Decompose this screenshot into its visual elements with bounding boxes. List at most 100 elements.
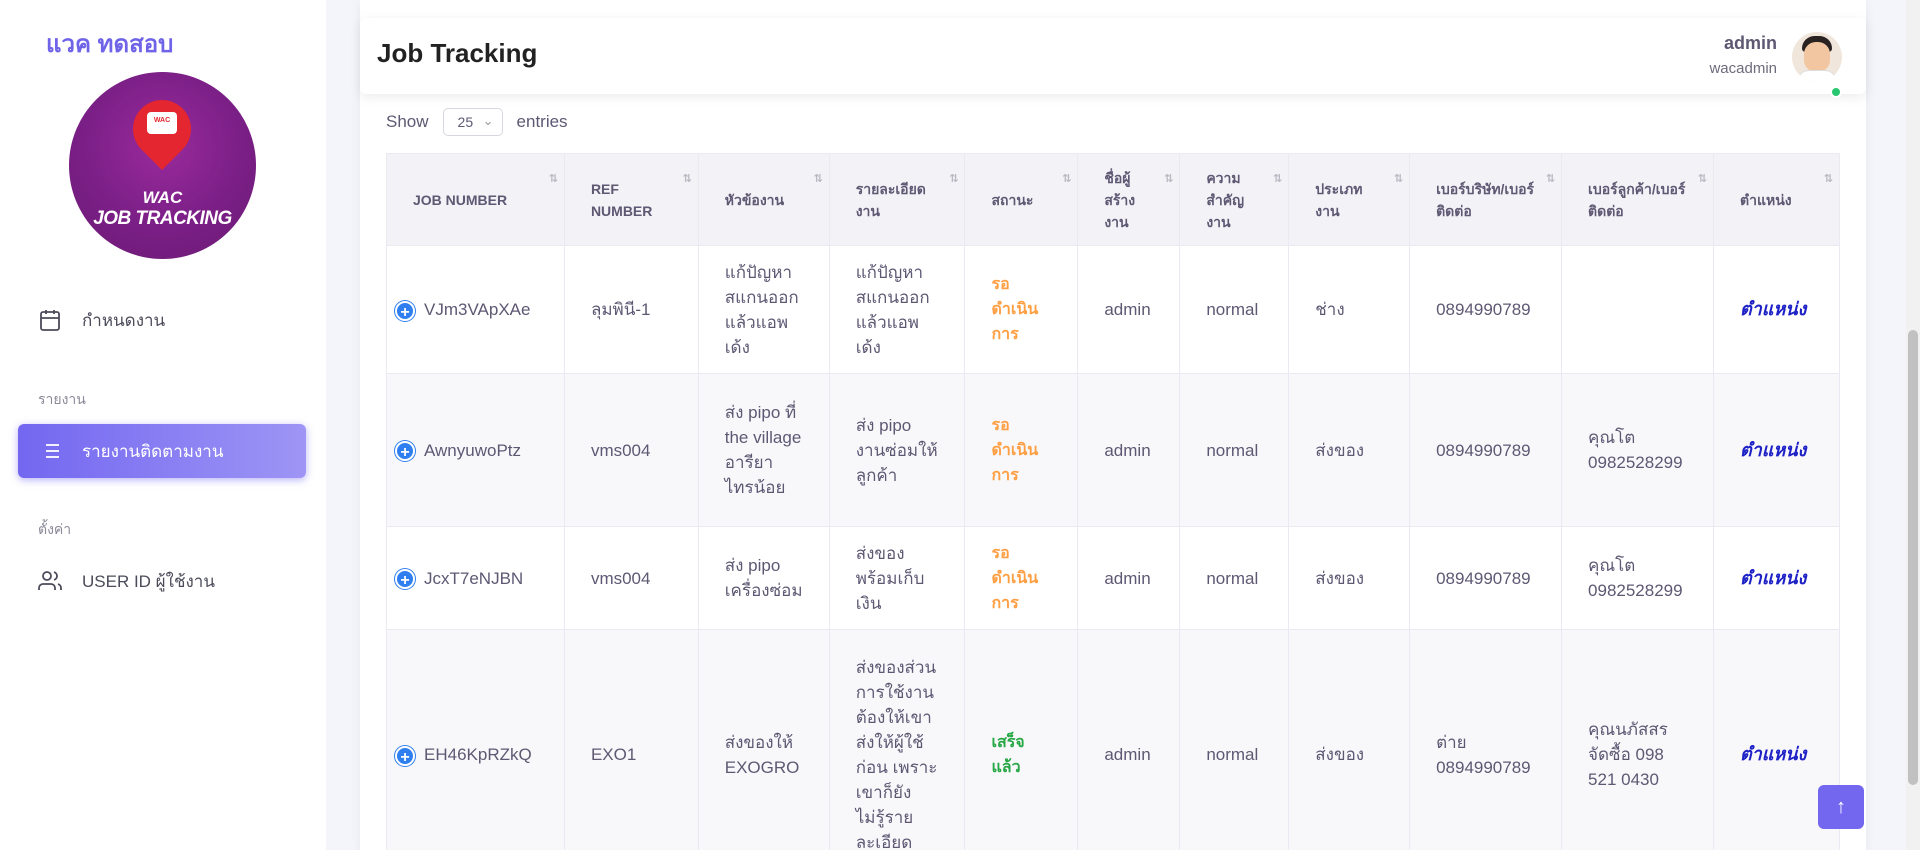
scrollbar-thumb[interactable] <box>1908 330 1918 785</box>
cell-detail: ส่ง pipo งานซ่อมให้ลูกค้า <box>828 373 966 527</box>
sidebar-item-label: รายงานติดตามงาน <box>82 441 224 461</box>
cell-company-phone: 0894990789 <box>1409 526 1563 630</box>
cell-ref-number: vms004 <box>563 373 699 527</box>
sort-icon: ⇅ <box>1273 173 1282 185</box>
location-link[interactable]: ตำแหน่ง <box>1740 744 1806 764</box>
cell-job-number: + AwnyuwoPtz <box>386 373 565 527</box>
logo-text-job-tracking: JOB TRACKING <box>93 208 232 229</box>
sort-icon: ⇅ <box>813 173 823 185</box>
job-number: JcxT7eNJBN <box>424 568 524 588</box>
cell-status: รอดำเนินการ <box>964 373 1079 527</box>
section-label-report: รายงาน <box>38 391 86 407</box>
cell-type: ส่งของ <box>1288 629 1411 850</box>
cell-ref-number: EXO1 <box>563 629 699 850</box>
column-header-creator[interactable]: ชื่อผู้สร้างงาน ⇅ <box>1077 153 1181 246</box>
column-header-location[interactable]: ตำแหน่ง ⇅ <box>1712 153 1841 246</box>
column-header-label: หัวข้องาน <box>724 191 785 208</box>
column-header-label: ประเภทงาน <box>1315 180 1363 219</box>
sort-icon: ⇅ <box>1164 173 1173 185</box>
cell-detail: ส่งของส่วนการใช้งานต้องให้เขาส่งให้ผู้ใช… <box>828 629 966 850</box>
cell-company-phone: 0894990789 <box>1409 245 1563 374</box>
cell-company-phone: 0894990789 <box>1409 373 1563 527</box>
top-header: Job Tracking admin wacadmin <box>360 18 1866 98</box>
cell-job-number: + JcxT7eNJBN <box>386 526 565 630</box>
column-header-label: JOB NUMBER <box>413 191 508 208</box>
column-header-job-number[interactable]: JOB NUMBER ⇅ <box>386 153 565 246</box>
cell-location: ตำแหน่ง <box>1712 373 1841 527</box>
location-link[interactable]: ตำแหน่ง <box>1740 299 1806 319</box>
table-row: + AwnyuwoPtz vms004 ส่ง pipo ที่ the vill… <box>386 373 1841 527</box>
column-header-ref-number[interactable]: REF NUMBER ⇅ <box>563 153 699 246</box>
avatar-shirt <box>1797 70 1837 82</box>
entries-label: entries <box>516 112 568 131</box>
sort-icon: ⇅ <box>682 173 692 185</box>
cell-job-number: + EH46KpRZkQ <box>386 629 565 850</box>
cell-status: รอดำเนินการ <box>964 526 1079 630</box>
cell-priority: normal <box>1179 629 1290 850</box>
cell-creator: admin <box>1077 526 1181 630</box>
location-link[interactable]: ตำแหน่ง <box>1740 568 1806 588</box>
cell-detail: ส่งของพร้อมเก็บเงิน <box>828 526 966 630</box>
column-header-topic[interactable]: หัวข้องาน ⇅ <box>697 153 830 246</box>
show-label: Show <box>386 112 429 131</box>
cell-job-number: + VJm3VApXAe <box>386 245 565 374</box>
entries-control: Show 25 entries <box>386 108 568 136</box>
entries-select[interactable]: 25 <box>442 108 503 136</box>
job-number: VJm3VApXAe <box>424 300 531 319</box>
column-header-label: รายละเอียดงาน <box>855 180 926 219</box>
logo-badge: WAC <box>153 117 171 124</box>
cell-creator: admin <box>1077 629 1181 850</box>
column-header-company-phone[interactable]: เบอร์บริษัท/เบอร์ติดต่อ ⇅ <box>1409 153 1563 246</box>
column-header-priority[interactable]: ความสำคัญงาน ⇅ <box>1179 153 1290 246</box>
cell-topic: ส่ง pipo ที่ the village อารียา ไทรน้อย <box>697 373 830 527</box>
cell-status: เสร็จแล้ว <box>964 629 1079 850</box>
calendar-icon <box>40 310 60 331</box>
job-number: EH46KpRZkQ <box>424 745 532 764</box>
expand-row-icon[interactable]: + <box>395 441 415 462</box>
cell-location: ตำแหน่ง <box>1712 245 1841 374</box>
table-header-row: JOB NUMBER ⇅ REF NUMBER ⇅ หัวข้องาน ⇅ รายละ… <box>386 153 1841 246</box>
location-link[interactable]: ตำแหน่ง <box>1740 440 1806 460</box>
sort-icon: ⇅ <box>1697 173 1707 185</box>
arrow-up-icon: ↑ <box>1836 796 1846 818</box>
sort-icon: ⇅ <box>548 173 558 185</box>
column-header-customer-phone[interactable]: เบอร์ลูกค้า/เบอร์ติดต่อ ⇅ <box>1561 153 1714 246</box>
page-scrollbar[interactable] <box>1906 0 1920 850</box>
online-status-icon <box>1830 86 1842 98</box>
cell-priority: normal <box>1179 245 1290 374</box>
cell-company-phone: ต่าย 0894990789 <box>1409 629 1563 850</box>
page-title: Job Tracking <box>377 38 538 68</box>
avatar[interactable] <box>1792 32 1842 82</box>
job-table: JOB NUMBER ⇅ REF NUMBER ⇅ หัวข้องาน ⇅ รายละ… <box>386 153 1841 850</box>
column-header-detail[interactable]: รายละเอียดงาน ⇅ <box>828 153 966 246</box>
cell-status: รอดำเนินการ <box>964 245 1079 374</box>
avatar-face <box>1804 42 1830 72</box>
logo-text-wac: WAC <box>142 188 183 207</box>
column-header-label: REF NUMBER <box>590 180 653 219</box>
expand-row-icon[interactable]: + <box>395 745 415 766</box>
expand-row-icon[interactable]: + <box>395 569 415 590</box>
cell-topic: ส่งของให้ EXOGRO <box>697 629 830 850</box>
column-header-type[interactable]: ประเภทงาน ⇅ <box>1288 153 1411 246</box>
column-header-label: เบอร์บริษัท/เบอร์ติดต่อ <box>1436 180 1535 219</box>
user-name[interactable]: admin <box>1724 33 1777 54</box>
column-header-status[interactable]: สถานะ ⇅ <box>964 153 1079 246</box>
cell-priority: normal <box>1179 526 1290 630</box>
app-logo: WAC WAC JOB TRACKING <box>69 72 256 259</box>
cell-creator: admin <box>1077 245 1181 374</box>
sidebar-item-users[interactable]: USER ID ผู้ใช้งาน <box>18 554 306 608</box>
expand-row-icon[interactable]: + <box>395 300 415 321</box>
sidebar: แวค ทดสอบ WAC WAC JOB TRACKING กำหนดงาน … <box>0 0 326 850</box>
scroll-to-top-button[interactable]: ↑ <box>1818 785 1864 829</box>
cell-ref-number: vms004 <box>563 526 699 630</box>
cell-type: ช่าง <box>1288 245 1411 374</box>
sidebar-item-label: USER ID ผู้ใช้งาน <box>82 571 215 591</box>
cell-customer-phone: คุณนภัสสร จัดซื้อ 098 521 0430 <box>1561 629 1714 850</box>
column-header-label: เบอร์ลูกค้า/เบอร์ติดต่อ <box>1588 180 1686 219</box>
cell-ref-number: ลุมพินี-1 <box>563 245 699 374</box>
sidebar-item-report[interactable]: รายงานติดตามงาน <box>18 424 306 478</box>
brand-name[interactable]: แวค ทดสอบ <box>46 24 173 63</box>
column-header-label: ชื่อผู้สร้างงาน <box>1104 169 1136 230</box>
cell-detail: แก้ปัญหาสแกนออกแล้วแอพเด้ง <box>828 245 966 374</box>
sidebar-item-schedule[interactable]: กำหนดงาน <box>18 293 306 347</box>
